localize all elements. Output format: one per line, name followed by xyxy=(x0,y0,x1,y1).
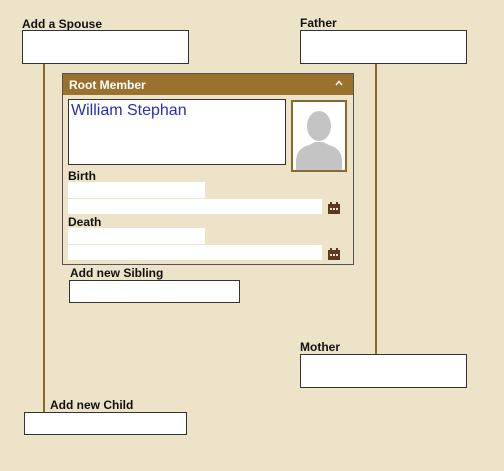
spouse-input-box[interactable] xyxy=(22,30,189,64)
root-member-panel: Root Member William Stephan Birth Death xyxy=(62,73,354,265)
member-name-box[interactable]: William Stephan xyxy=(68,99,286,165)
birth-label: Birth xyxy=(68,169,96,183)
mother-label: Mother xyxy=(300,340,340,354)
death-date-field[interactable] xyxy=(68,245,322,260)
avatar-silhouette-icon xyxy=(296,111,342,170)
child-input-box[interactable] xyxy=(24,412,187,435)
root-member-title: Root Member xyxy=(69,78,146,92)
mother-input-box[interactable] xyxy=(300,354,467,388)
spouse-connector-line xyxy=(43,63,45,413)
spouse-label: Add a Spouse xyxy=(22,17,103,31)
father-input-box[interactable] xyxy=(300,30,467,64)
parents-connector-line xyxy=(375,63,377,355)
member-photo[interactable] xyxy=(291,100,347,172)
birth-date-field[interactable] xyxy=(68,199,322,214)
calendar-icon[interactable] xyxy=(327,248,341,260)
collapse-up-icon[interactable] xyxy=(335,80,343,86)
father-label: Father xyxy=(300,16,337,30)
member-name: William Stephan xyxy=(71,102,187,119)
death-label: Death xyxy=(68,215,102,229)
sibling-input-box[interactable] xyxy=(69,280,240,303)
child-label: Add new Child xyxy=(50,398,134,412)
birth-place-field[interactable] xyxy=(68,182,205,198)
sibling-label: Add new Sibling xyxy=(70,266,164,280)
root-member-header[interactable]: Root Member xyxy=(63,74,353,95)
death-place-field[interactable] xyxy=(68,228,205,244)
calendar-icon[interactable] xyxy=(327,202,341,214)
